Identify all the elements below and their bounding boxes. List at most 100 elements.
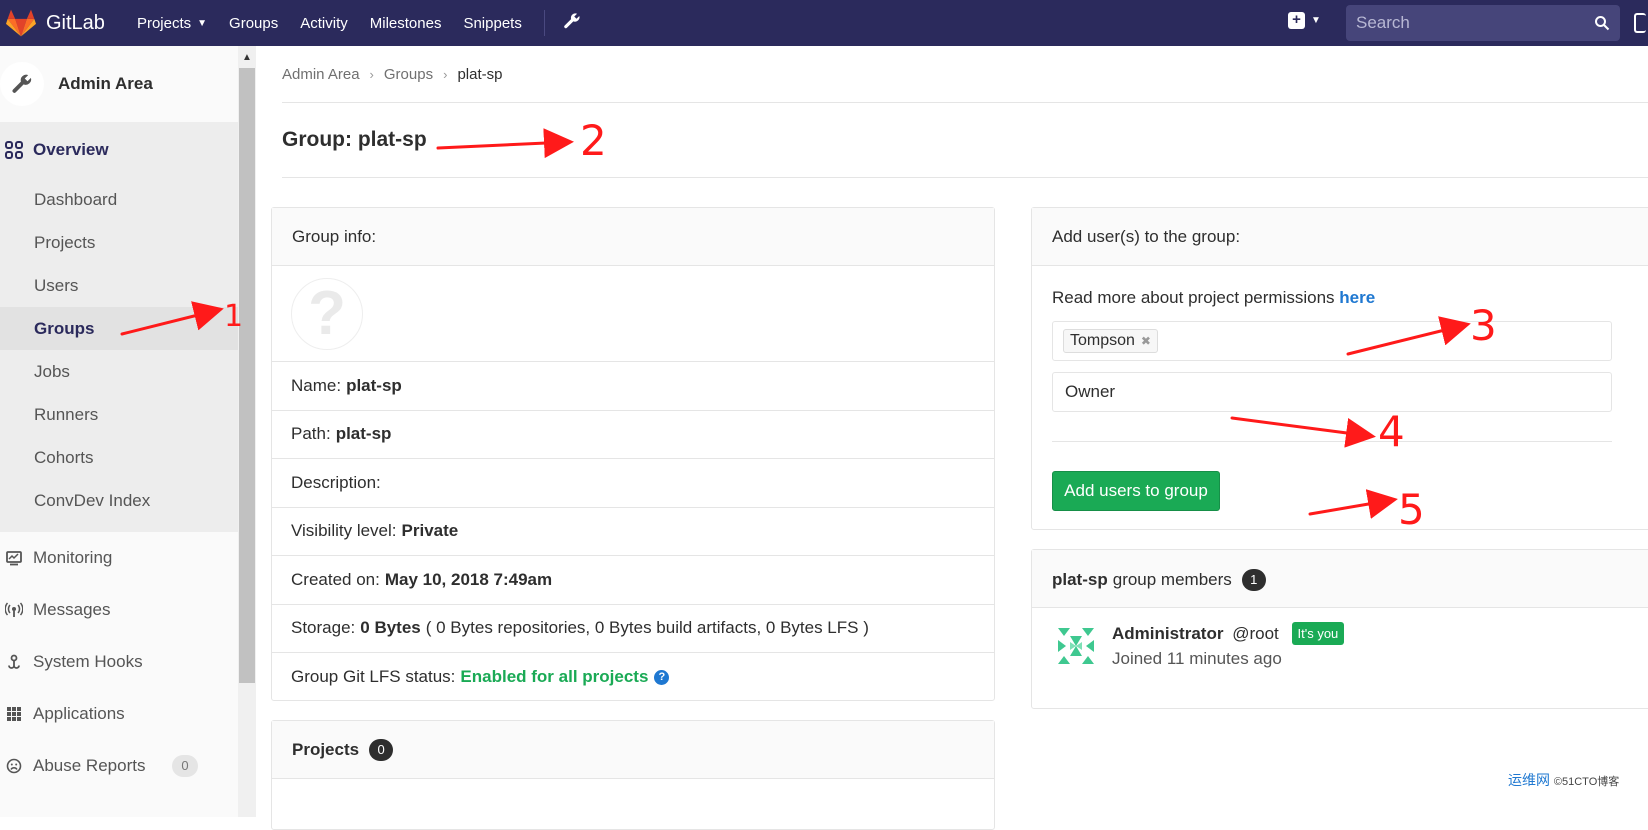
- member-row: Administrator @root It's you Joined 11 m…: [1052, 622, 1345, 670]
- projects-panel: Projects 0: [271, 720, 995, 830]
- sidebar-item-convdev-index[interactable]: ConvDev Index: [0, 479, 240, 522]
- sidebar-item-monitoring[interactable]: Monitoring: [0, 532, 240, 584]
- sidebar-item-dashboard[interactable]: Dashboard: [0, 178, 240, 221]
- sidebar-item-label: Messages: [33, 600, 111, 619]
- projects-header: Projects 0: [272, 721, 994, 779]
- group-storage-row: Storage: 0 Bytes ( 0 Bytes repositories,…: [272, 605, 994, 653]
- sidebar-item-cohorts[interactable]: Cohorts: [0, 436, 240, 479]
- nav-groups[interactable]: Groups: [229, 15, 278, 32]
- divider: [282, 177, 1648, 178]
- sidebar-item-groups[interactable]: Groups: [0, 307, 240, 350]
- nav-projects-label: Projects: [136, 14, 192, 32]
- storage-label: Storage:: [291, 618, 356, 638]
- members-header-suffix: group members: [1112, 569, 1232, 589]
- group-members-panel: plat-sp group members 1 Administrator @r…: [1031, 549, 1648, 709]
- overview-submenu: Dashboard Projects Users Groups Jobs Run…: [0, 178, 240, 532]
- question-circle-icon[interactable]: ?: [654, 669, 670, 685]
- group-visibility-row: Visibility level: Private: [272, 508, 994, 556]
- overview-grid-icon: [5, 141, 23, 159]
- storage-value: 0 Bytes: [360, 618, 421, 638]
- selected-user-token[interactable]: Tompson ✖: [1063, 329, 1158, 353]
- group-lfs-row: Group Git LFS status: Enabled for all pr…: [272, 653, 994, 702]
- visibility-label: Visibility level:: [291, 521, 397, 541]
- add-users-panel: Add user(s) to the group: Read more abou…: [1031, 207, 1648, 530]
- chevron-right-icon: ›: [443, 67, 448, 82]
- admin-sidebar: Admin Area Overview Dashboard Projects U…: [0, 46, 240, 817]
- admin-wrench-icon[interactable]: [563, 12, 581, 35]
- projects-count-badge: 0: [369, 738, 394, 761]
- nav-divider: [543, 10, 545, 36]
- nav-milestones[interactable]: Milestones: [370, 15, 442, 32]
- abuse-count-badge: 0: [172, 755, 198, 777]
- breadcrumb-admin-area[interactable]: Admin Area: [282, 66, 360, 83]
- scroll-up-icon[interactable]: ▲: [242, 52, 252, 63]
- sidebar-item-jobs[interactable]: Jobs: [0, 350, 240, 393]
- visibility-value: Private: [401, 521, 459, 541]
- chevron-down-icon: ▼: [197, 17, 208, 29]
- created-label: Created on:: [291, 569, 380, 589]
- new-item-dropdown[interactable]: + ▼: [1288, 12, 1321, 29]
- user-menu-edge[interactable]: [1634, 13, 1646, 33]
- avatar[interactable]: [1052, 622, 1100, 670]
- nav-snippets[interactable]: Snippets: [463, 15, 521, 32]
- sidebar-item-label: Overview: [33, 140, 109, 159]
- hook-icon: [5, 654, 23, 670]
- group-name-row: Name: plat-sp: [272, 362, 994, 411]
- page-title: Group: plat-sp: [282, 128, 427, 151]
- lfs-label: Group Git LFS status:: [291, 667, 456, 687]
- permissions-link[interactable]: here: [1339, 288, 1375, 307]
- search-input[interactable]: [1356, 13, 1594, 33]
- group-avatar: ?: [291, 277, 363, 350]
- storage-detail: ( 0 Bytes repositories, 0 Bytes build ar…: [425, 618, 869, 638]
- sidebar-item-messages[interactable]: Messages: [0, 584, 240, 636]
- sidebar-item-label: System Hooks: [33, 652, 143, 671]
- group-path-row: Path: plat-sp: [272, 411, 994, 459]
- sidebar-item-system-hooks[interactable]: System Hooks: [0, 636, 240, 688]
- sidebar-item-abuse-reports[interactable]: Abuse Reports 0: [0, 740, 240, 792]
- its-you-badge: It's you: [1291, 622, 1345, 645]
- search-box[interactable]: [1346, 5, 1620, 41]
- chevron-down-icon: ▼: [1311, 15, 1321, 26]
- sidebar-scrollbar[interactable]: ▲: [238, 46, 256, 817]
- watermark: 运维网 ©51CTO博客: [1508, 770, 1619, 790]
- sidebar-item-overview[interactable]: Overview: [0, 122, 240, 178]
- search-icon[interactable]: [1594, 15, 1610, 31]
- sidebar-title: Admin Area: [58, 74, 153, 93]
- nav-activity[interactable]: Activity: [300, 15, 348, 32]
- gitlab-logo[interactable]: GitLab: [6, 9, 105, 37]
- tanuki-icon: [6, 9, 36, 37]
- sidebar-item-runners[interactable]: Runners: [0, 393, 240, 436]
- brand-name: GitLab: [46, 11, 105, 34]
- add-users-header: Add user(s) to the group:: [1032, 208, 1648, 266]
- divider: [1052, 441, 1612, 442]
- sidebar-item-projects[interactable]: Projects: [0, 221, 240, 264]
- sidebar-item-users[interactable]: Users: [0, 264, 240, 307]
- permissions-help: Read more about project permissions here: [1052, 288, 1375, 308]
- group-created-row: Created on: May 10, 2018 7:49am: [272, 556, 994, 605]
- selected-user-name: Tompson: [1070, 332, 1135, 349]
- remove-token-icon[interactable]: ✖: [1141, 334, 1151, 348]
- breadcrumb-current[interactable]: plat-sp: [457, 66, 502, 83]
- access-level-select[interactable]: Owner: [1052, 372, 1612, 412]
- divider: [282, 102, 1648, 103]
- sidebar-header[interactable]: Admin Area: [0, 46, 240, 122]
- member-name[interactable]: Administrator: [1112, 624, 1223, 643]
- nav-projects[interactable]: Projects ▼: [137, 15, 207, 32]
- breadcrumb-groups[interactable]: Groups: [384, 66, 433, 83]
- plus-icon: +: [1288, 12, 1305, 29]
- permissions-text: Read more about project permissions: [1052, 288, 1335, 307]
- sidebar-item-label: Applications: [33, 704, 125, 723]
- group-avatar-row: ?: [272, 266, 994, 362]
- group-description-row: Description:: [272, 459, 994, 508]
- projects-title: Projects: [292, 739, 360, 759]
- watermark-brand: 运维网: [1508, 772, 1550, 788]
- member-joined: Joined 11 minutes ago: [1112, 649, 1282, 668]
- group-name-value: plat-sp: [346, 375, 402, 395]
- wrench-avatar-icon: [0, 62, 44, 106]
- scrollbar-thumb[interactable]: [239, 68, 255, 683]
- group-path-value: plat-sp: [335, 424, 392, 444]
- add-users-button[interactable]: Add users to group: [1052, 471, 1220, 511]
- sidebar-item-applications[interactable]: Applications: [0, 688, 240, 740]
- grid-icon: [5, 706, 23, 722]
- user-select-input[interactable]: Tompson ✖: [1052, 321, 1612, 361]
